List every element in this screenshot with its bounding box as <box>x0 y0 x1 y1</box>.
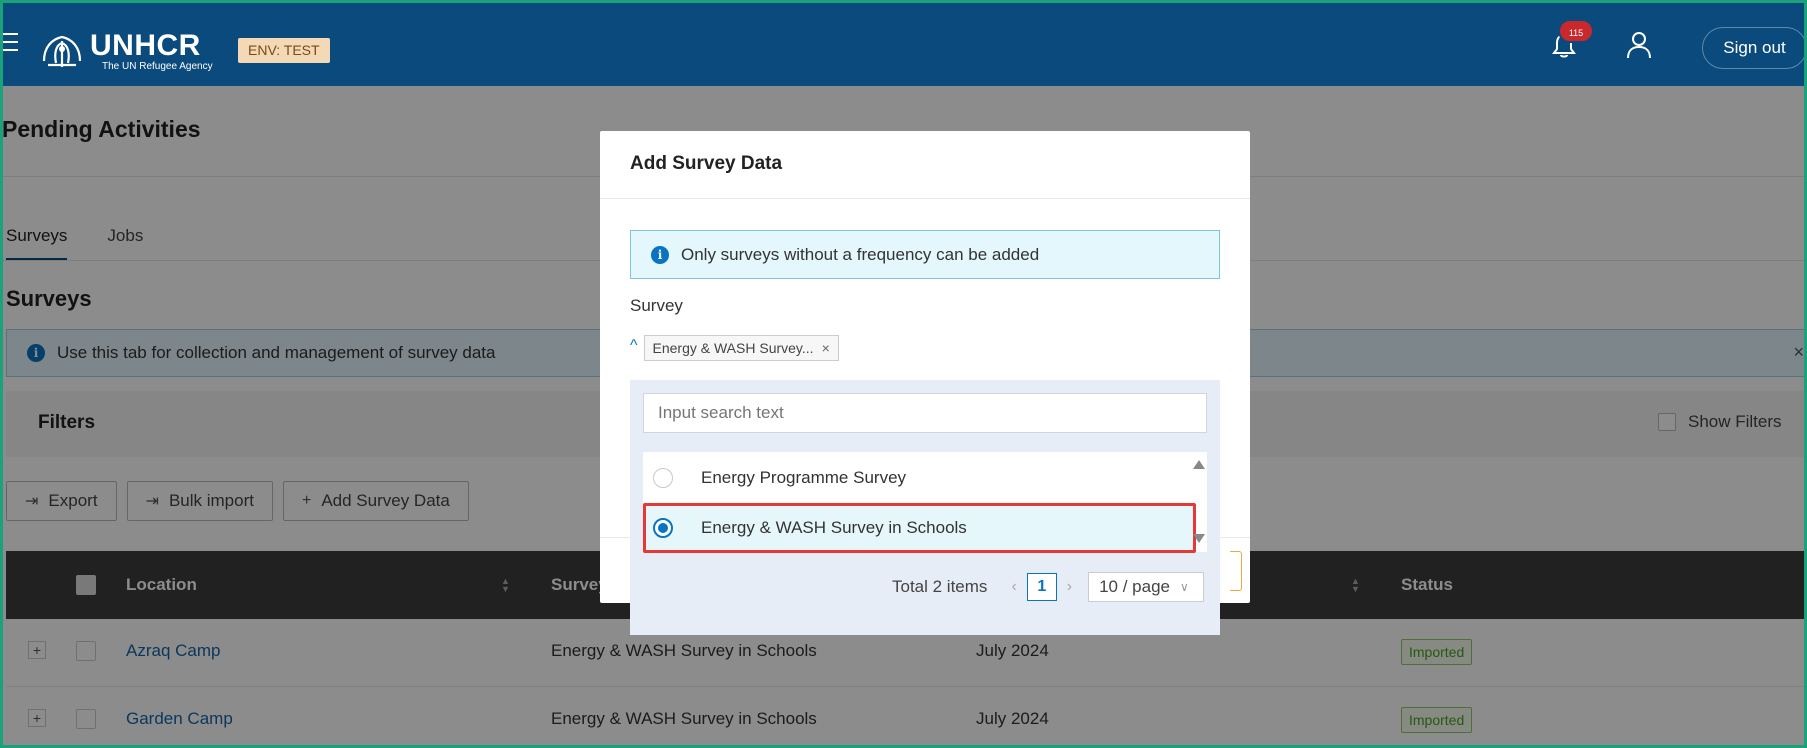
logo-subtitle: The UN Refugee Agency <box>102 61 213 72</box>
survey-field-label: Survey <box>630 296 683 315</box>
pagination: Total 2 items ‹ 1 › 10 / page ∨ <box>892 572 1205 602</box>
divider <box>600 198 1250 199</box>
option-energy-wash-survey-in-schools[interactable]: Energy & WASH Survey in Schools <box>643 504 1193 552</box>
env-badge: ENV: TEST <box>238 38 330 63</box>
option-label: Energy Programme Survey <box>701 468 907 487</box>
scroll-up-icon[interactable] <box>1193 460 1205 469</box>
chevron-left-icon[interactable]: ‹ <box>1011 578 1016 596</box>
unhcr-emblem-icon <box>42 35 82 67</box>
app-header: UNHCR The UN Refugee Agency ENV: TEST 11… <box>0 0 1807 86</box>
option-label: Energy & WASH Survey in Schools <box>701 518 967 537</box>
hamburger-icon[interactable] <box>2 33 20 55</box>
chevron-right-icon[interactable]: › <box>1067 578 1072 596</box>
unhcr-logo[interactable]: UNHCR The UN Refugee Agency <box>38 31 213 73</box>
survey-options-list: Energy Programme Survey Energy & WASH Su… <box>643 452 1207 553</box>
survey-select[interactable]: ^ Energy & WASH Survey... × <box>630 335 839 361</box>
scroll-down-icon[interactable] <box>1193 534 1205 543</box>
survey-dropdown: Energy Programme Survey Energy & WASH Su… <box>630 380 1220 635</box>
option-energy-programme-survey[interactable]: Energy Programme Survey <box>643 454 1193 502</box>
notification-count-badge: 115 <box>1558 19 1594 43</box>
user-icon[interactable] <box>1625 30 1653 60</box>
chevron-down-icon: ∨ <box>1180 580 1189 594</box>
modal-info-banner: i Only surveys without a frequency can b… <box>630 230 1220 279</box>
modal-title: Add Survey Data <box>630 153 783 174</box>
search-input[interactable] <box>643 393 1207 433</box>
logo-name: UNHCR <box>90 29 201 62</box>
selected-survey-tag: Energy & WASH Survey... × <box>643 335 839 361</box>
radio-button[interactable] <box>653 468 673 488</box>
page-size-value: 10 / page <box>1099 577 1170 596</box>
info-icon: i <box>651 245 669 264</box>
page-number[interactable]: 1 <box>1026 573 1057 601</box>
modal-info-text: Only surveys without a frequency can be … <box>681 244 1040 264</box>
radio-button[interactable] <box>653 518 673 538</box>
total-items: Total 2 items <box>892 577 988 596</box>
ok-button[interactable] <box>1230 551 1242 591</box>
selected-survey-tag-label: Energy & WASH Survey... <box>652 340 814 356</box>
sign-out-button[interactable]: Sign out <box>1702 27 1807 69</box>
page-size-select[interactable]: 10 / page ∨ <box>1088 572 1205 602</box>
chevron-up-icon[interactable]: ^ <box>630 337 638 355</box>
close-icon[interactable]: × <box>822 336 830 360</box>
